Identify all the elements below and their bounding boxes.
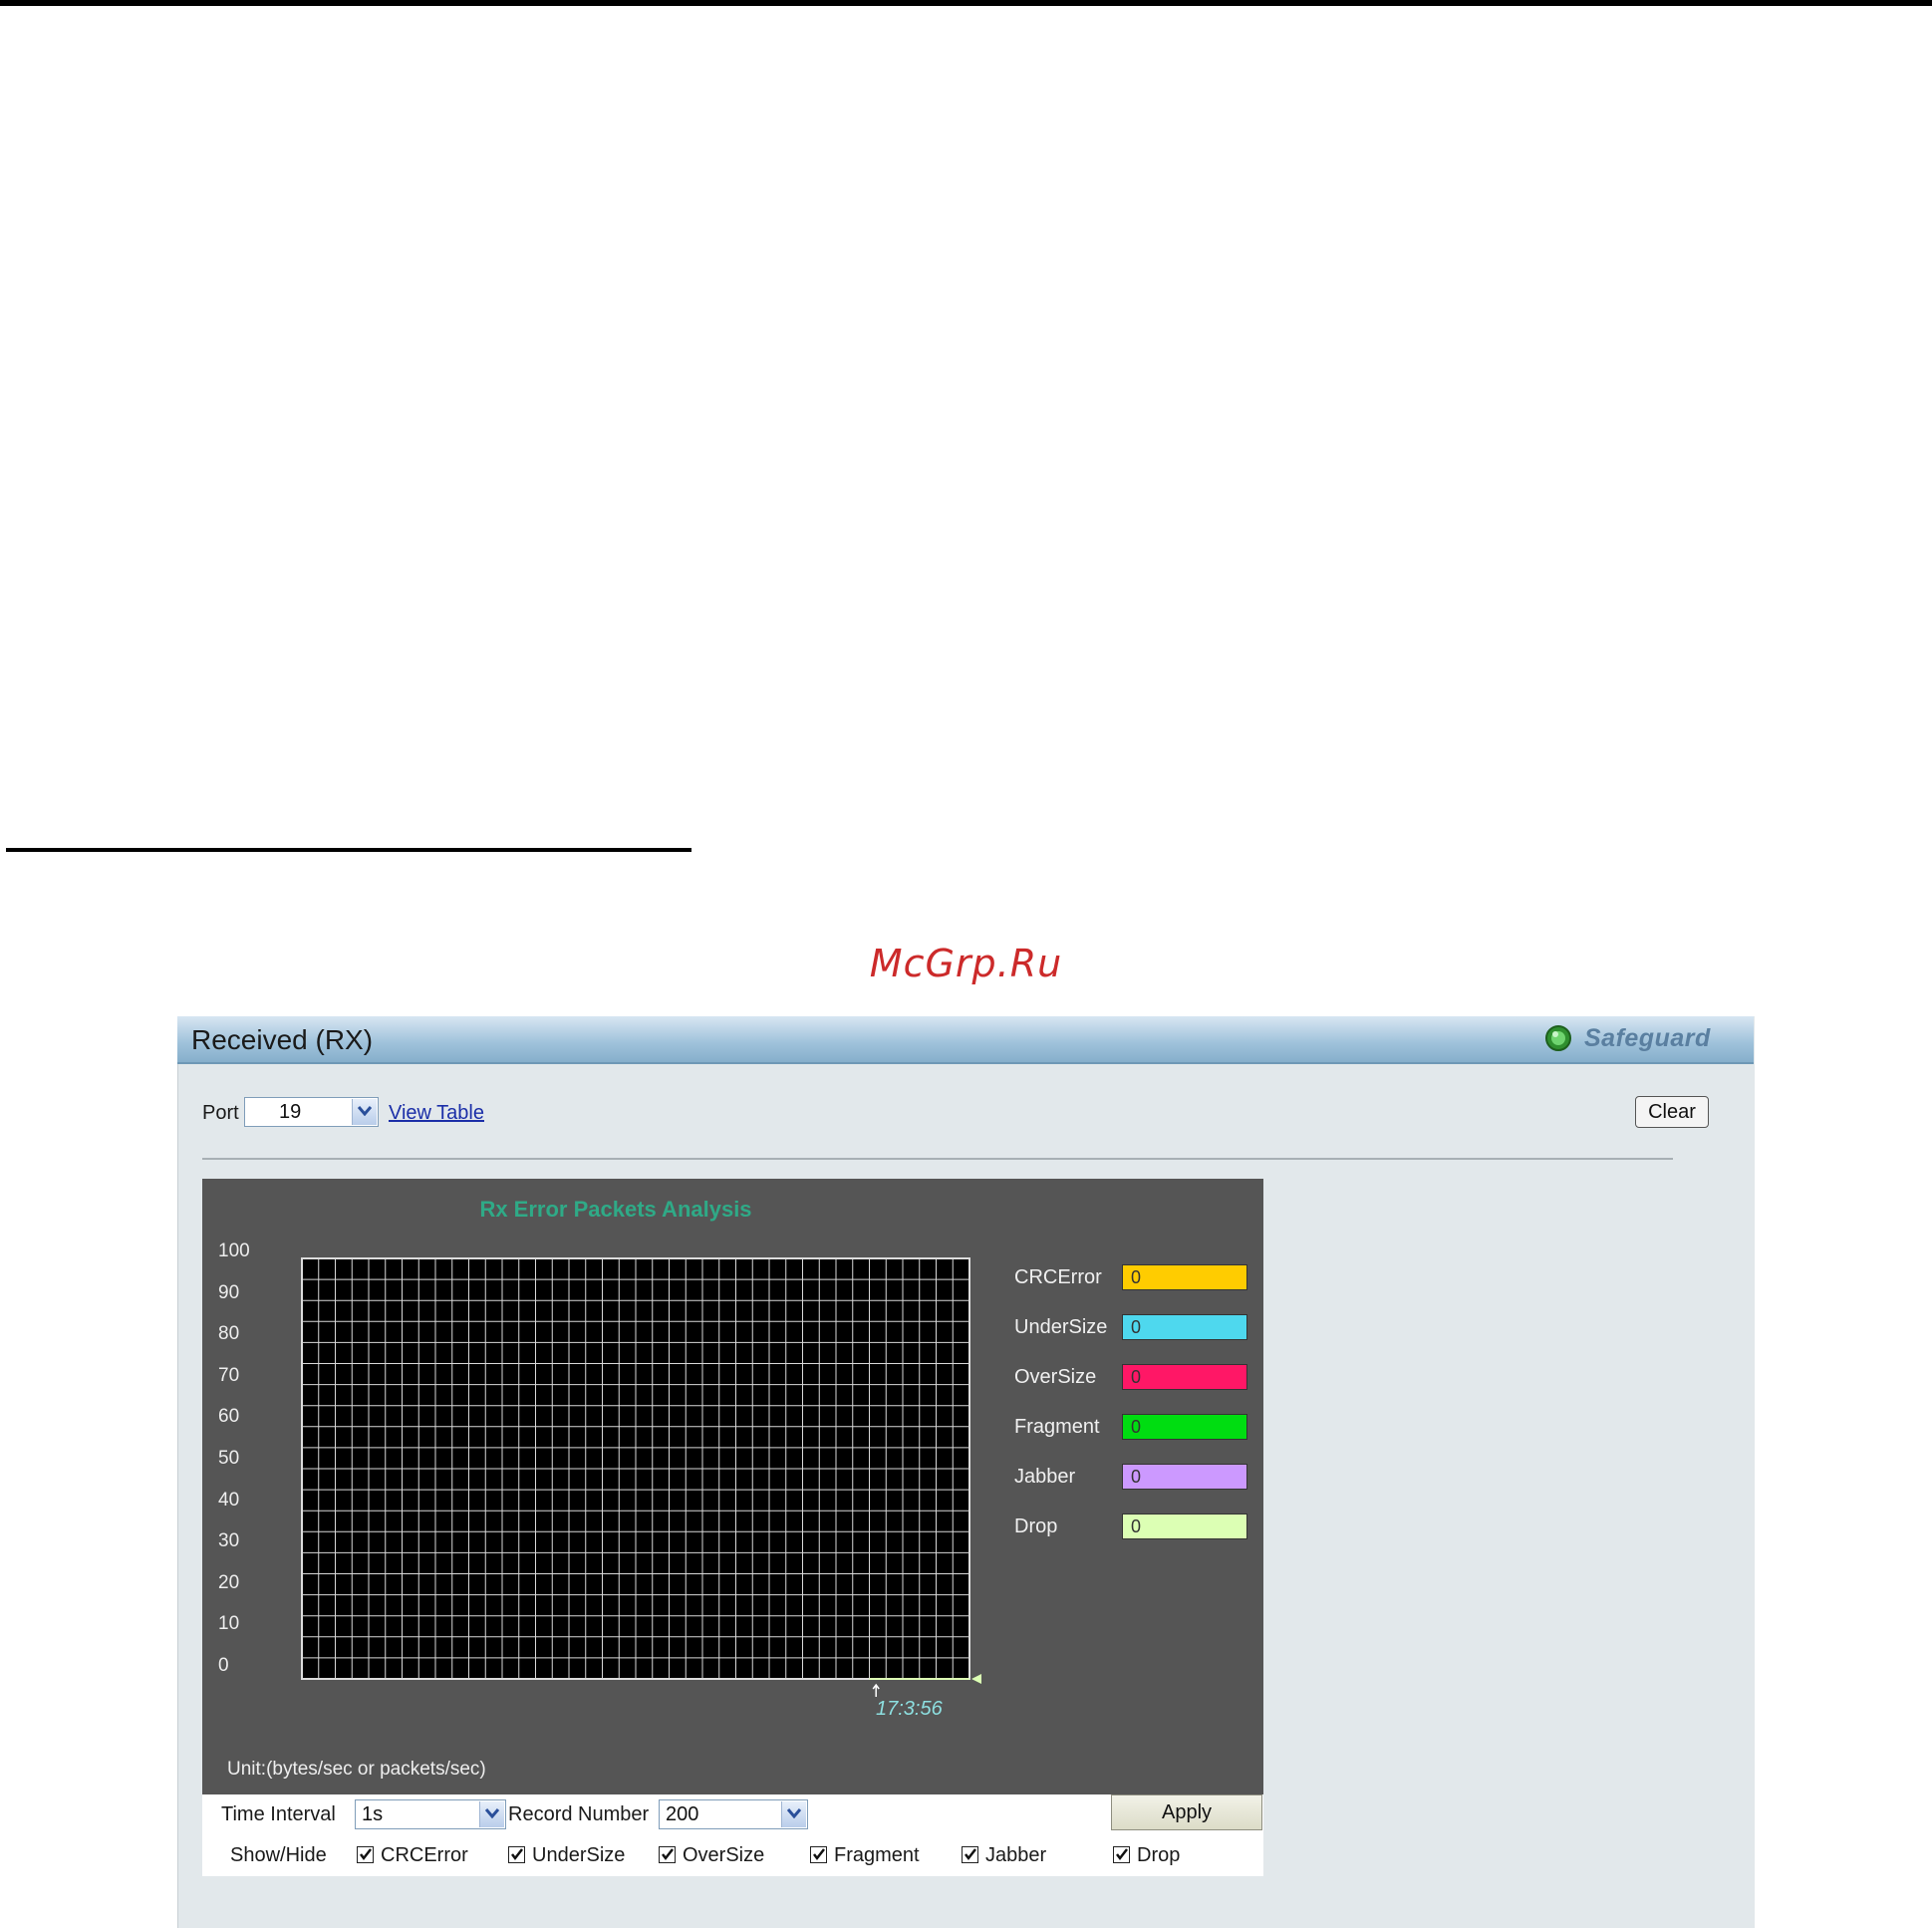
legend-value: 0 [1131,1467,1142,1487]
plot-area [301,1257,981,1697]
legend-label: CRCError [1014,1266,1102,1288]
legend-value: 0 [1131,1516,1142,1536]
legend-value: 0 [1131,1267,1142,1287]
time-interval-label: Time Interval [221,1803,336,1825]
checkmark-icon [1116,1848,1128,1861]
checkmark-icon [360,1848,372,1861]
legend-value-box: 0 [1122,1364,1247,1390]
clear-button[interactable]: Clear [1635,1096,1709,1128]
safeguard-status-icon [1545,1025,1571,1051]
apply-button[interactable]: Apply [1111,1794,1262,1830]
controls-bar: Time Interval 1s Record Number 200 Apply… [202,1794,1263,1876]
checkmark-icon [813,1848,825,1861]
port-select-value: 19 [279,1101,302,1123]
legend-value-box: 0 [1122,1414,1247,1440]
unit-text: Unit:(bytes/sec or packets/sec) [227,1759,486,1780]
checkbox-label: Jabber [985,1844,1047,1866]
legend-label: UnderSize [1014,1316,1108,1338]
checkbox-box[interactable] [508,1846,525,1863]
top-rule [0,0,1932,6]
legend-label: OverSize [1014,1366,1097,1388]
legend-label: Drop [1014,1515,1058,1537]
time-marker-arrow [872,1683,880,1697]
chevron-down-icon[interactable] [352,1099,377,1125]
safeguard-label: Safeguard [1584,1024,1711,1052]
panel-header: Received (RX) Safeguard [177,1016,1754,1064]
checkbox-label: CRCError [381,1844,468,1866]
checkbox-label: UnderSize [532,1844,626,1866]
view-table-link[interactable]: View Table [389,1102,484,1125]
port-label: Port [202,1102,239,1124]
checkmark-icon [965,1848,976,1861]
time-interval-select[interactable]: 1s [355,1799,506,1829]
port-select[interactable]: 19 [244,1097,379,1127]
chevron-down-icon[interactable] [479,1801,504,1827]
checkbox-label: Fragment [834,1844,920,1866]
record-number-value: 200 [666,1803,699,1825]
panel-title: Received (RX) [191,1024,374,1055]
checkbox-box[interactable] [962,1846,978,1863]
checkbox-label: OverSize [683,1844,765,1866]
checkbox-box[interactable] [357,1846,374,1863]
series-end-marker [971,1674,981,1684]
chart-area: Rx Error Packets Analysis 100 90 80 70 60 50 4… [202,1179,1263,1794]
legend-value-box: 0 [1122,1314,1247,1340]
checkbox-box[interactable] [810,1846,827,1863]
time-interval-value: 1s [362,1803,384,1825]
show-hide-label: Show/Hide [230,1844,327,1866]
checkmark-icon [511,1848,523,1861]
legend-value: 0 [1131,1367,1142,1387]
checkbox-box[interactable] [1113,1846,1130,1863]
legend-label: Fragment [1014,1416,1100,1438]
section-rule [6,848,691,852]
legend-value-box: 0 [1122,1464,1247,1490]
legend-value: 0 [1131,1317,1142,1337]
checkmark-icon [662,1848,674,1861]
record-number-label: Record Number [508,1803,650,1825]
record-number-select[interactable]: 200 [659,1799,808,1829]
chevron-down-icon[interactable] [781,1801,806,1827]
checkbox-box[interactable] [659,1846,676,1863]
legend-value-box: 0 [1122,1264,1247,1290]
x-time-label: 17:3:56 [876,1698,943,1720]
legend-label: Jabber [1014,1466,1076,1488]
legend-value: 0 [1131,1417,1142,1437]
legend-value-box: 0 [1122,1514,1247,1539]
divider [202,1158,1673,1160]
checkbox-label: Drop [1137,1844,1181,1866]
watermark: McGrp.Ru [869,942,1063,985]
